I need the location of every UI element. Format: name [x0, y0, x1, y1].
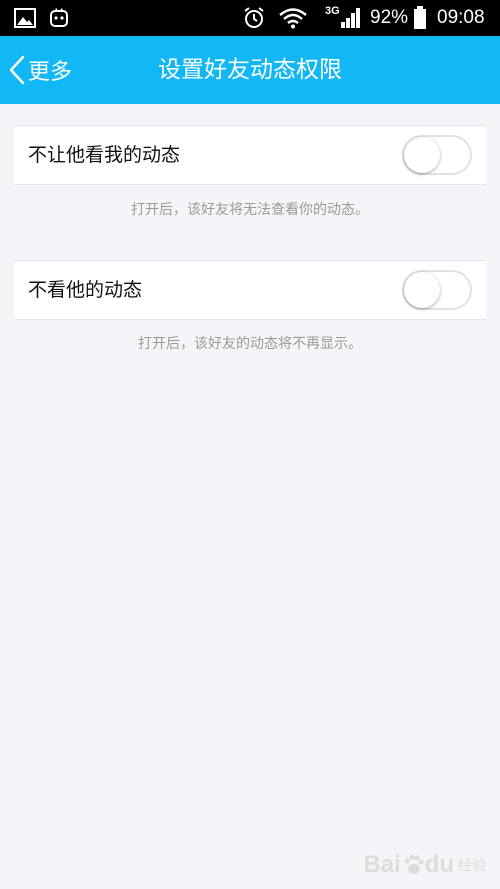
setting-hint: 打开后，该好友的动态将不再显示。	[138, 336, 362, 352]
setting-hint: 打开后，该好友将无法查看你的动态。	[131, 202, 369, 218]
hide-my-moments-toggle[interactable]	[402, 135, 472, 175]
network-type-label: 3G	[325, 5, 340, 17]
signal-strength-icon	[340, 0, 362, 36]
setting-row-hide-their-moments[interactable]: 不看他的动态	[14, 260, 486, 320]
robot-notification-icon	[50, 0, 68, 36]
clock-time: 09:08	[437, 7, 485, 28]
wifi-icon	[278, 0, 308, 36]
chevron-left-icon	[8, 55, 26, 85]
hide-their-moments-toggle[interactable]	[402, 270, 472, 310]
watermark-brand-suffix: du	[424, 851, 454, 878]
toggle-knob	[404, 272, 440, 308]
toggle-knob	[404, 137, 440, 173]
page-title: 设置好友动态权限	[158, 57, 342, 83]
status-bar: 3G 92% 09:08	[0, 0, 500, 36]
setting-row-hide-my-moments[interactable]: 不让他看我的动态	[14, 125, 486, 185]
baidu-watermark: Bai du 经验	[363, 851, 486, 879]
battery-icon	[413, 0, 427, 36]
back-label: 更多	[28, 60, 73, 85]
battery-percent: 92%	[370, 7, 409, 28]
watermark-brand: Bai	[363, 851, 401, 878]
setting-label: 不看他的动态	[28, 279, 143, 301]
paw-icon	[402, 854, 424, 876]
watermark-sub: 经验	[458, 858, 486, 874]
alarm-clock-icon	[242, 0, 266, 36]
navigation-bar: 更多 设置好友动态权限	[0, 36, 500, 104]
gallery-icon	[14, 0, 36, 36]
setting-label: 不让他看我的动态	[28, 144, 181, 166]
back-button[interactable]: 更多	[8, 36, 72, 104]
